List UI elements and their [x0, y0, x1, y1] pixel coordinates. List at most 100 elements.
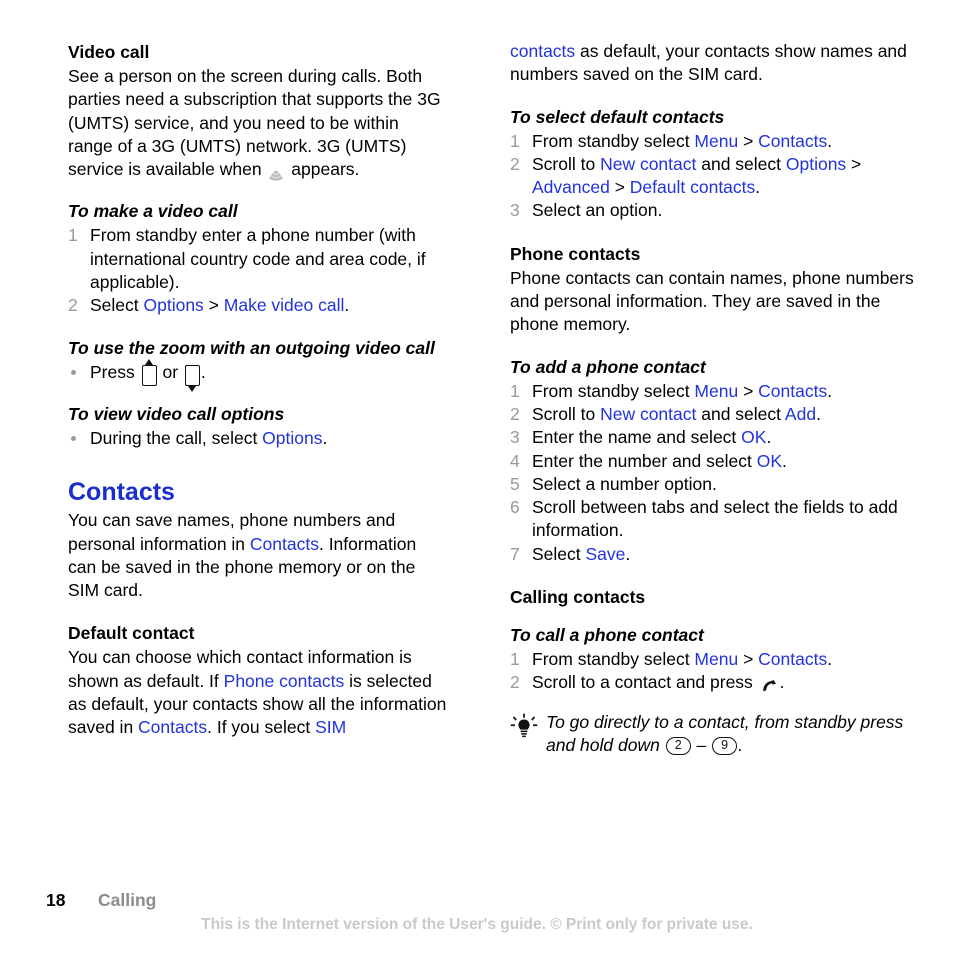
- separator: >: [738, 130, 759, 151]
- heading-to-add-a-phone-contact: To add a phone contact: [510, 356, 706, 377]
- left-column: Video call See a person on the screen du…: [0, 40, 477, 757]
- link-contacts[interactable]: Contacts: [138, 717, 207, 737]
- list-item: 1 From standby enter a phone number (with…: [68, 224, 447, 294]
- step-text-mid: and select: [696, 153, 786, 174]
- link-contacts[interactable]: Contacts: [758, 381, 827, 401]
- link-contacts-continued[interactable]: contacts: [510, 41, 575, 61]
- step-text: Select an option.: [532, 200, 663, 221]
- video-call-text-1: See a person on the screen during calls.…: [68, 66, 441, 156]
- step-text-prefix: Scroll to: [532, 153, 601, 174]
- list-item: 5 Select a number option.: [510, 473, 920, 496]
- link-sim[interactable]: SIM: [315, 717, 346, 737]
- bullet-dot-icon: [71, 369, 76, 375]
- page-footer: 18 Calling This is the Internet version o…: [0, 889, 954, 936]
- bullet-text-suffix: .: [322, 427, 328, 448]
- step-text-suffix: .: [625, 543, 631, 564]
- list-item: During the call, select Options.: [68, 427, 447, 450]
- list-item: 4 Enter the number and select OK.: [510, 450, 920, 473]
- heading-to-use-the-zoom: To use the zoom with an outgoing video c…: [68, 337, 435, 358]
- right-column: contacts as default, your contacts show …: [477, 40, 954, 757]
- link-ok[interactable]: OK: [741, 427, 766, 447]
- tip-dash: –: [691, 734, 712, 755]
- step-number: 2: [510, 153, 520, 174]
- step-text-prefix: Select: [532, 543, 586, 564]
- paragraph-phone-contacts: Phone contacts can contain names, phone …: [510, 267, 914, 335]
- manual-page: Video call See a person on the screen du…: [0, 0, 954, 954]
- step-text: From standby enter a phone number (with …: [90, 225, 426, 293]
- heading-to-call-a-phone-contact: To call a phone contact: [510, 625, 704, 646]
- step-text-prefix: Select: [90, 295, 144, 316]
- page-number: 18: [46, 890, 66, 910]
- bullet-dot-icon: [71, 435, 76, 441]
- separator: >: [846, 153, 862, 174]
- footer-pagination: 18 Calling: [0, 889, 954, 911]
- step-text-prefix: From standby select: [532, 380, 695, 401]
- lightbulb-tip-icon: [510, 713, 538, 741]
- paragraph-contacts: You can save names, phone numbers and pe…: [68, 509, 447, 602]
- link-contacts[interactable]: Contacts: [758, 649, 827, 669]
- footer-notice: This is the Internet version of the User…: [201, 916, 753, 933]
- list-item: 6 Scroll between tabs and select the fiel…: [510, 496, 920, 543]
- step-text-mid: and select: [696, 403, 785, 424]
- heading-to-select-default-contacts: To select default contacts: [510, 106, 725, 127]
- call-handset-icon: [761, 677, 778, 692]
- link-menu[interactable]: Menu: [694, 649, 738, 669]
- step-text-prefix: From standby select: [532, 130, 695, 151]
- step-text-prefix: From standby select: [532, 649, 695, 670]
- step-number: 2: [510, 403, 520, 424]
- list-item: 1 From standby select Menu > Contacts.: [510, 130, 920, 153]
- list-item: 1 From standby select Menu > Contacts.: [510, 380, 920, 403]
- link-options[interactable]: Options: [144, 295, 204, 315]
- step-text-suffix: .: [779, 672, 785, 693]
- list-item: 7 Select Save.: [510, 543, 920, 566]
- steps-select-default-contacts: 1 From standby select Menu > Contacts. 2S…: [510, 130, 920, 223]
- heading-default-contact: Default contact: [68, 623, 195, 644]
- paragraph-default-contact-continued: contacts as default, your contacts show …: [510, 40, 920, 87]
- link-new-contact[interactable]: New contact: [600, 404, 696, 424]
- list-item: 2 Select Options > Make video call.: [68, 294, 447, 317]
- step-text-prefix: Enter the number and select: [532, 450, 757, 471]
- link-make-video-call[interactable]: Make video call: [224, 295, 345, 315]
- list-item: 2 Scroll to a contact and press .: [510, 671, 920, 694]
- link-contacts[interactable]: Contacts: [250, 534, 319, 554]
- step-text-prefix: Enter the name and select: [532, 427, 742, 448]
- list-item: 2 Scroll to New contact and select Option…: [510, 153, 920, 200]
- step-number: 5: [510, 473, 520, 494]
- steps-call-phone-contact: 1 From standby select Menu > Contacts. 2S…: [510, 648, 920, 695]
- link-options[interactable]: Options: [262, 428, 322, 448]
- list-item: 2 Scroll to New contact and select Add.: [510, 403, 920, 426]
- bullets-zoom-outgoing: Press or .: [68, 358, 447, 392]
- step-text-suffix: .: [827, 130, 833, 151]
- step-number: 1: [510, 130, 520, 151]
- footer-section-name: Calling: [98, 890, 157, 910]
- link-new-contact[interactable]: New contact: [600, 154, 696, 174]
- step-text-prefix: Scroll to a contact and press: [532, 672, 758, 693]
- step-text: Select a number option.: [532, 473, 717, 494]
- link-options[interactable]: Options: [786, 154, 846, 174]
- separator: >: [609, 177, 630, 198]
- link-add[interactable]: Add: [785, 404, 816, 424]
- step-number: 1: [68, 225, 78, 246]
- video-call-text-3: appears.: [286, 159, 360, 180]
- bullet-text-middle: or: [157, 361, 183, 382]
- link-contacts[interactable]: Contacts: [758, 131, 827, 151]
- heading-to-make-a-video-call: To make a video call: [68, 201, 238, 222]
- list-item: Press or .: [68, 358, 447, 392]
- step-text-suffix: .: [766, 427, 772, 448]
- step-text-suffix: .: [816, 403, 821, 424]
- step-number: 3: [510, 200, 520, 221]
- link-phone-contacts[interactable]: Phone contacts: [224, 671, 345, 691]
- link-advanced[interactable]: Advanced: [532, 177, 610, 197]
- navigation-key-down-icon: [184, 364, 200, 392]
- list-item: 3 Select an option.: [510, 199, 920, 222]
- list-item: 1 From standby select Menu > Contacts.: [510, 648, 920, 671]
- step-text-suffix: .: [782, 450, 787, 471]
- link-ok[interactable]: OK: [757, 451, 782, 471]
- link-menu[interactable]: Menu: [694, 381, 738, 401]
- link-default-contacts[interactable]: Default contacts: [630, 177, 755, 197]
- link-save[interactable]: Save: [586, 544, 626, 564]
- link-menu[interactable]: Menu: [694, 131, 738, 151]
- step-text-suffix: .: [827, 649, 833, 670]
- heading-phone-contacts: Phone contacts: [510, 243, 641, 264]
- bullet-text-prefix: Press: [90, 361, 140, 382]
